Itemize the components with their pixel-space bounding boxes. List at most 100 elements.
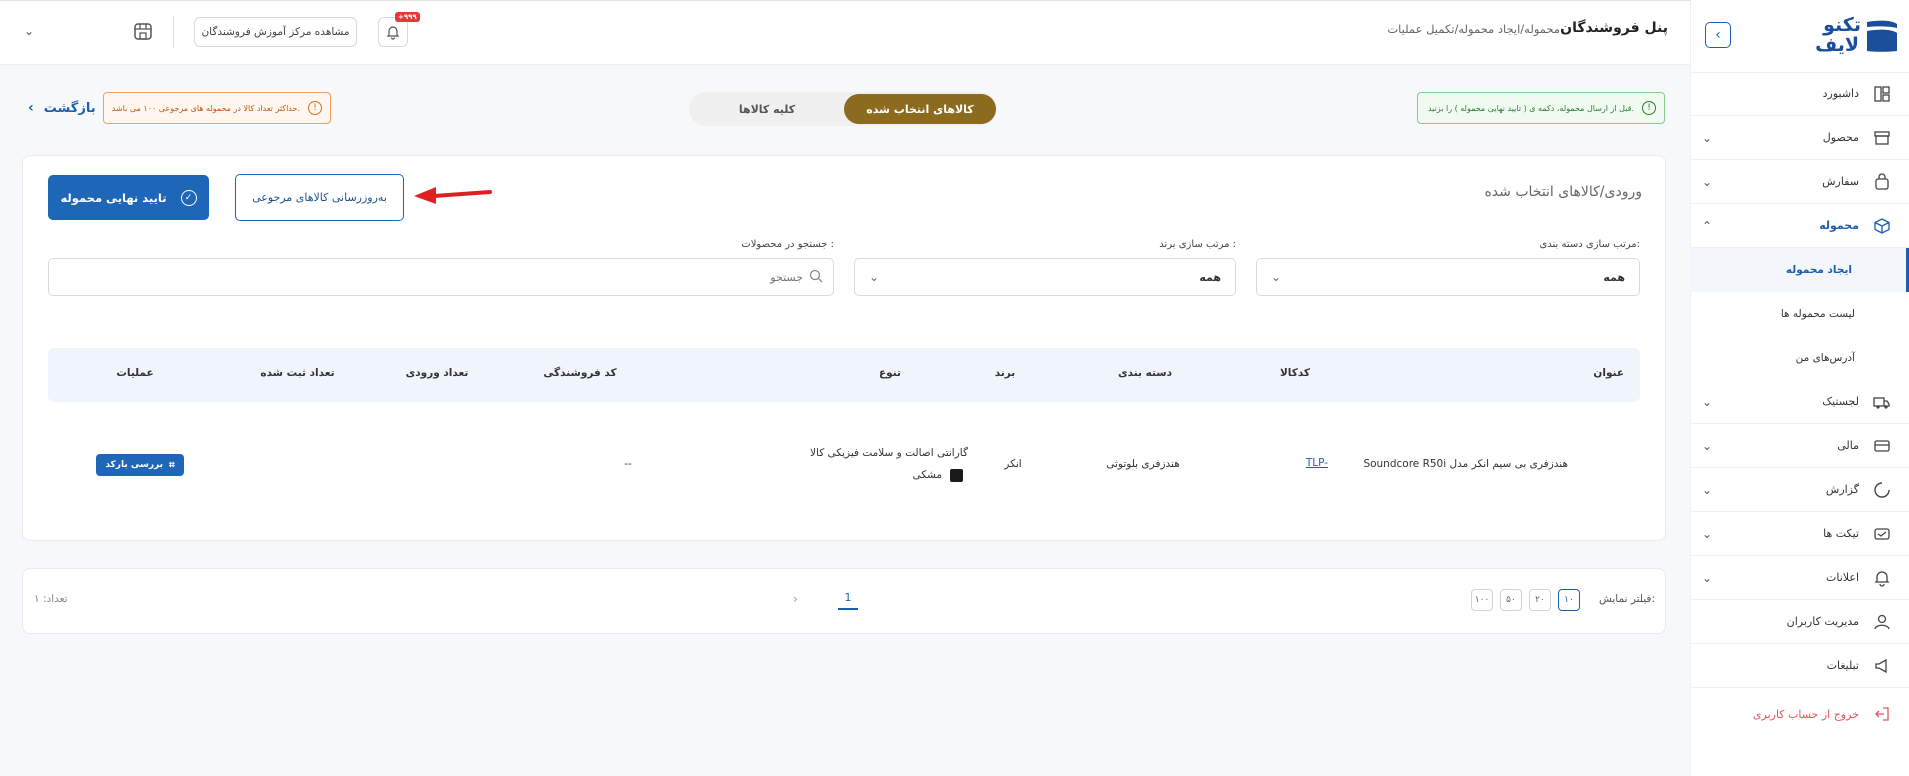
- bell-icon: [1871, 567, 1893, 589]
- update-returns-button[interactable]: به‌روزرسانی کالاهای مرجوعی: [235, 174, 404, 221]
- dashboard-icon: [1871, 83, 1893, 105]
- profile-dropdown-chevron-icon[interactable]: ⌄: [24, 24, 34, 38]
- panel-title: پنل فروشندگان: [1560, 20, 1668, 36]
- chevron-down-icon: ⌄: [1702, 570, 1713, 585]
- sidebar-subitem-create-shipment[interactable]: ایجاد محموله: [1690, 248, 1909, 292]
- th-code: کدکالا: [1279, 367, 1311, 379]
- sidebar-item-shipment[interactable]: محموله ⌃: [1690, 204, 1909, 248]
- cell-category: هندزفری بلوتوثی: [1106, 458, 1180, 470]
- sidebar-item-finance[interactable]: مالی ⌄: [1690, 424, 1909, 468]
- chevron-down-icon: ⌄: [869, 270, 880, 284]
- logo-mark: [1865, 18, 1899, 54]
- sidebar-item-announcements[interactable]: اعلانات ⌄: [1690, 556, 1909, 600]
- sidebar-label-dashboard: داشبورد: [1822, 87, 1859, 100]
- logout-icon: [1871, 703, 1893, 725]
- sidebar-item-product[interactable]: محصول ⌄: [1690, 116, 1909, 160]
- category-sort-label: مرتب سازی دسته بندی:: [1539, 239, 1640, 250]
- sidebar-label-finance: مالی: [1837, 439, 1859, 452]
- package-icon: [1871, 215, 1893, 237]
- search-field: [48, 258, 834, 296]
- cell-code[interactable]: TLP-: [1248, 457, 1328, 469]
- cell-variant-warranty: گارانتی اصالت و سلامت فیزیکی کالا: [810, 447, 968, 459]
- confirm-shipment-button[interactable]: تایید نهایی محموله ✓: [48, 175, 209, 220]
- page-size-100[interactable]: ۱۰۰: [1471, 589, 1493, 611]
- sidebar-label-user-management: مدیریت کاربران: [1786, 615, 1859, 628]
- logo: تکنو لایف: [1803, 14, 1899, 58]
- sidebar-sublabel-create: ایجاد محموله: [1785, 264, 1852, 276]
- sidebar-item-user-management[interactable]: مدیریت کاربران: [1690, 600, 1909, 644]
- check-barcode-button[interactable]: بررسی بارکد ⌗: [96, 454, 184, 476]
- confirm-shipment-label: تایید نهایی محموله: [60, 190, 167, 205]
- th-title: عنوان: [1593, 367, 1624, 379]
- chevron-left-icon: ‹: [28, 100, 34, 116]
- brand-sort-label: مرتب سازی برند :: [1159, 239, 1236, 250]
- chevron-up-icon: ⌃: [1702, 218, 1713, 233]
- th-brand: برند: [994, 367, 1016, 379]
- barcode-scan-icon: ⌗: [168, 459, 175, 471]
- store-icon[interactable]: [132, 20, 154, 42]
- sidebar-item-logout[interactable]: خروج از حساب کاربری: [1690, 692, 1909, 736]
- tab-all-label: کلیه کالاها: [738, 102, 796, 116]
- sidebar-sublabel-list: لیست محموله ها: [1780, 308, 1855, 320]
- th-registered-count: تعداد ثبت شده: [260, 367, 335, 379]
- chevron-down-icon: ⌄: [1702, 438, 1713, 453]
- warning-notice: حداکثر تعداد کالا در محموله های مرجوعی ۱…: [103, 92, 331, 124]
- sidebar-item-report[interactable]: گزارش ⌄: [1690, 468, 1909, 512]
- check-circle-icon: ✓: [180, 189, 197, 206]
- sidebar-label-announcements: اعلانات: [1826, 571, 1859, 584]
- th-category: دسته بندی: [1118, 367, 1172, 379]
- cell-seller-code: --: [624, 458, 632, 470]
- chevron-down-icon: ⌄: [1702, 394, 1713, 409]
- box-icon: [1871, 127, 1893, 149]
- page-size-50[interactable]: ۵۰: [1500, 589, 1522, 611]
- training-center-label: مشاهده مرکز آموزش فروشندگان: [201, 26, 350, 38]
- sidebar-label-orders: سفارش: [1822, 175, 1859, 188]
- search-label: جستجو در محصولات :: [741, 239, 834, 250]
- brand-sort-select[interactable]: ⌄ همه: [854, 258, 1236, 296]
- th-seller-code: کد فروشندگی: [543, 367, 617, 379]
- user-icon: [1871, 611, 1893, 633]
- sidebar-item-logistics[interactable]: لجستیک ⌄: [1690, 380, 1909, 424]
- bag-icon: [1871, 171, 1893, 193]
- red-arrow-annotation: [412, 183, 492, 205]
- sidebar-label-logistics: لجستیک: [1822, 395, 1859, 408]
- sidebar-item-orders[interactable]: سفارش ⌄: [1690, 160, 1909, 204]
- card-icon: [1871, 435, 1893, 457]
- chart-icon: [1871, 479, 1893, 501]
- info-notice: قبل از ارسال محموله، دکمه ی ( تایید نهای…: [1417, 92, 1665, 124]
- back-label: بازگشت: [43, 100, 96, 116]
- sidebar-label-product: محصول: [1822, 131, 1859, 144]
- cell-brand: انکر: [1004, 458, 1022, 470]
- tab-selected-products[interactable]: کالاهای انتخاب شده: [844, 94, 996, 124]
- warning-icon: !: [308, 101, 322, 115]
- chevron-down-icon: ⌄: [1702, 482, 1713, 497]
- page-size-10[interactable]: ۱۰: [1558, 589, 1580, 611]
- sidebar-label-logout: خروج از حساب کاربری: [1752, 707, 1859, 721]
- sidebar-item-dashboard[interactable]: داشبورد: [1690, 72, 1909, 116]
- total-count: تعداد: ۱: [34, 593, 68, 605]
- sidebar-item-tickets[interactable]: تیکت ها ⌄: [1690, 512, 1909, 556]
- check-barcode-label: بررسی بارکد: [105, 460, 163, 470]
- tab-all-products[interactable]: کلیه کالاها: [691, 94, 843, 124]
- page-size-20[interactable]: ۲۰: [1529, 589, 1551, 611]
- info-notice-text: قبل از ارسال محموله، دکمه ی ( تایید نهای…: [1427, 103, 1634, 113]
- bell-icon: [386, 26, 400, 40]
- brand-sort-value: همه: [1199, 270, 1221, 284]
- search-input[interactable]: [103, 270, 803, 284]
- category-sort-select[interactable]: ⌄ همه: [1256, 258, 1640, 296]
- sidebar-label-ads: تبلیغات: [1826, 659, 1859, 672]
- sidebar-subitem-addresses[interactable]: آدرس‌های من: [1690, 336, 1909, 380]
- sidebar-subitem-shipment-list[interactable]: لیست محموله ها: [1690, 292, 1909, 336]
- page-size-filter-label: فیلتر نمایش:: [1598, 593, 1655, 605]
- ticket-icon: [1871, 523, 1893, 545]
- current-page[interactable]: 1: [838, 591, 858, 610]
- cell-variant-color: مشکی: [828, 467, 963, 483]
- breadcrumb: محموله/ایجاد محموله/تکمیل عملیات: [1387, 22, 1560, 36]
- training-center-button[interactable]: مشاهده مرکز آموزش فروشندگان: [194, 17, 357, 47]
- header-divider: [173, 16, 174, 48]
- back-link[interactable]: ‹ بازگشت: [28, 98, 96, 118]
- notification-badge: +۹۹۹: [395, 12, 420, 22]
- next-page-chevron-icon[interactable]: ›: [793, 592, 798, 606]
- sidebar-item-ads[interactable]: تبلیغات: [1690, 644, 1909, 688]
- sidebar-collapse-button[interactable]: ‹: [1705, 22, 1731, 48]
